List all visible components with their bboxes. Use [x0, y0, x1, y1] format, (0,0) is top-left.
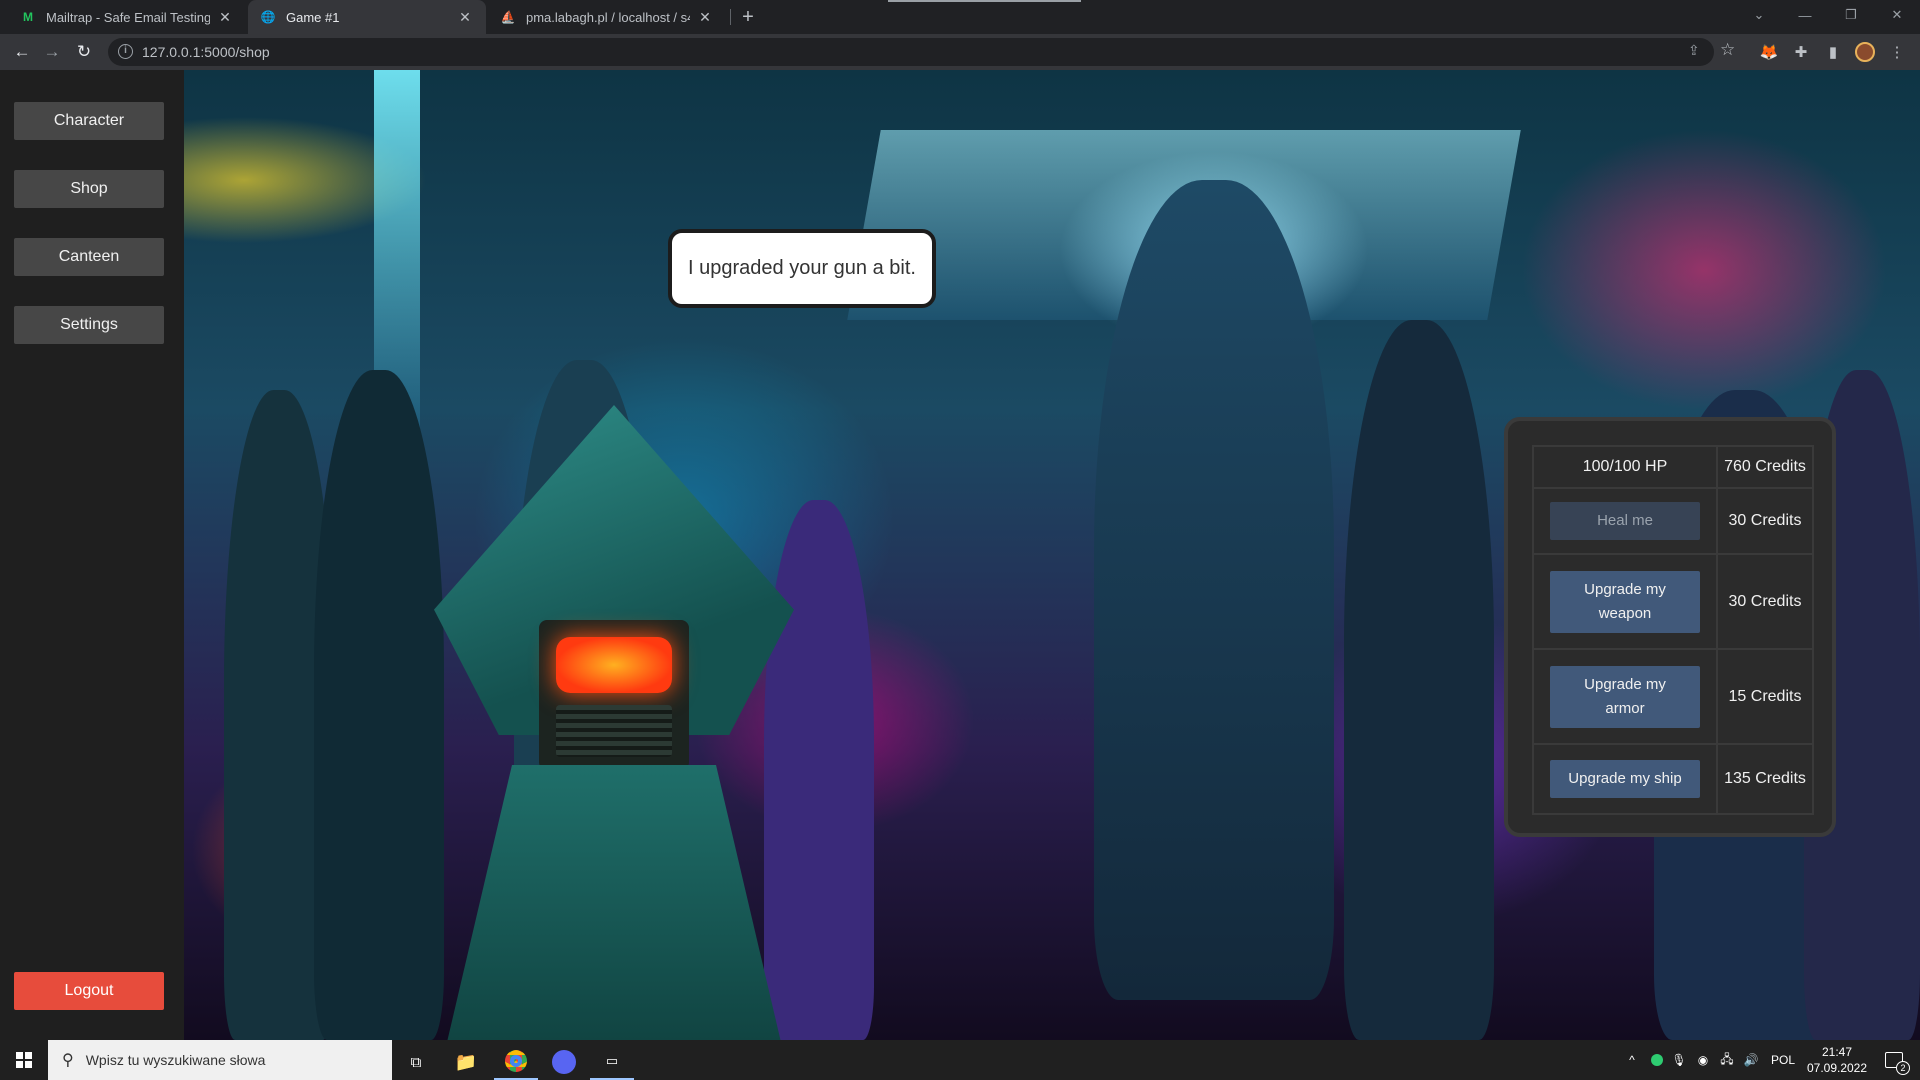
tray-status-icon[interactable] [1646, 1040, 1668, 1080]
browser-tab-strip: M Mailtrap - Safe Email Testing ✕ 🌐 Game… [0, 0, 1920, 34]
windows-start-button[interactable] [0, 1040, 48, 1080]
clock-date: 07.09.2022 [1806, 1061, 1868, 1075]
shop-item-row: Upgrade my ship 135 Credits [1532, 743, 1814, 815]
sidebar: Character Shop Canteen Settings Logout [0, 70, 184, 1040]
globe-icon: 🌐 [260, 10, 276, 24]
close-tab-icon[interactable]: ✕ [216, 9, 234, 26]
armor-price: 15 Credits [1716, 648, 1814, 745]
sidebar-item-shop[interactable]: Shop [14, 170, 164, 208]
background-figure [1344, 320, 1494, 1040]
side-panel-icon[interactable]: ▮ [1822, 41, 1844, 63]
share-icon[interactable]: ⇪ [1688, 42, 1700, 59]
minimize-button[interactable]: — [1782, 0, 1828, 30]
windows-taskbar: ⚲ Wpisz tu wyszukiwane słowa ⧉ 📁 ▭ ^ 🎙 ◉… [0, 1040, 1920, 1080]
clock[interactable]: 21:47 07.09.2022 [1800, 1040, 1874, 1080]
upgrade-ship-button[interactable]: Upgrade my ship [1550, 760, 1700, 798]
new-tab-button[interactable]: + [736, 5, 760, 29]
restore-button[interactable]: ❐ [1828, 0, 1874, 30]
heal-price: 30 Credits [1716, 487, 1814, 555]
url-text[interactable]: 127.0.0.1:5000/shop [142, 44, 270, 60]
browser-toolbar: ← → ↻ i 127.0.0.1:5000/shop ⇪ ☆ 🦊 ✚ ▮ ⋮ [0, 34, 1920, 70]
mailtrap-icon: M [23, 10, 33, 24]
network-icon[interactable]: 🖧 [1716, 1040, 1738, 1080]
shop-item-row: Upgrade my weapon 30 Credits [1532, 553, 1814, 650]
ship-price: 135 Credits [1716, 743, 1814, 815]
shop-item-row: Upgrade my armor 15 Credits [1532, 648, 1814, 745]
hooded-robot-npc [424, 405, 804, 1040]
taskbar-search-placeholder: Wpisz tu wyszukiwane słowa [85, 1052, 266, 1068]
show-hidden-icons-chevron-icon[interactable]: ^ [1620, 1040, 1644, 1080]
notification-center-icon[interactable]: 2 [1876, 1040, 1912, 1080]
shop-item-cell: Heal me [1532, 487, 1718, 555]
task-view-icon[interactable]: ⧉ [394, 1044, 438, 1080]
chrome-icon[interactable] [494, 1044, 538, 1080]
robot-coat [444, 765, 784, 1040]
steam-icon[interactable]: ◉ [1692, 1040, 1714, 1080]
microphone-icon[interactable]: 🎙 [1668, 1040, 1690, 1080]
sidebar-item-canteen[interactable]: Canteen [14, 238, 164, 276]
tab-game[interactable]: 🌐 Game #1 ✕ [248, 0, 486, 34]
logout-button[interactable]: Logout [14, 972, 164, 1010]
shop-item-cell: Upgrade my ship [1532, 743, 1718, 815]
terminal-icon[interactable]: ▭ [590, 1044, 634, 1080]
back-icon[interactable]: ← [8, 38, 36, 66]
reload-icon[interactable]: ↻ [70, 38, 98, 66]
npc-speech-bubble: I upgraded your gun a bit. [668, 229, 936, 308]
tab-mailtrap[interactable]: M Mailtrap - Safe Email Testing ✕ [8, 0, 246, 34]
shop-scene-background: I upgraded your gun a bit. 100/100 HP 76… [184, 70, 1920, 1040]
tab-separator [730, 9, 731, 25]
address-bar[interactable]: i 127.0.0.1:5000/shop ⇪ ☆ [108, 38, 1735, 66]
upgrade-weapon-button[interactable]: Upgrade my weapon [1550, 570, 1700, 633]
sidebar-item-character[interactable]: Character [14, 102, 164, 140]
site-info-icon[interactable]: i [118, 44, 133, 59]
background-figure [1094, 180, 1334, 1000]
weapon-price: 30 Credits [1716, 553, 1814, 650]
upgrade-armor-button[interactable]: Upgrade my armor [1550, 665, 1700, 728]
robot-grille [556, 705, 672, 757]
discord-icon[interactable] [542, 1044, 586, 1080]
shop-status-row: 100/100 HP 760 Credits [1532, 445, 1814, 489]
robot-visor [556, 637, 672, 693]
file-explorer-icon[interactable]: 📁 [444, 1044, 488, 1080]
forward-icon[interactable]: → [38, 38, 66, 66]
language-indicator[interactable]: POL [1766, 1040, 1800, 1080]
phpmyadmin-icon: ⛵ [500, 10, 516, 24]
shop-item-row: Heal me 30 Credits [1532, 487, 1814, 555]
heal-me-button[interactable]: Heal me [1550, 502, 1700, 540]
notification-count-badge: 2 [1896, 1061, 1910, 1075]
close-tab-icon[interactable]: ✕ [456, 9, 474, 26]
metamask-extension-icon[interactable]: 🦊 [1758, 41, 1780, 63]
loading-indicator [888, 0, 1081, 2]
close-tab-icon[interactable]: ✕ [696, 9, 714, 26]
hp-value: 100/100 HP [1532, 445, 1718, 489]
tab-phpmyadmin[interactable]: ⛵ pma.labagh.pl / localhost / s405 ✕ [488, 0, 726, 34]
credits-value: 760 Credits [1716, 445, 1814, 489]
browser-menu-icon[interactable]: ⋮ [1886, 41, 1908, 63]
shop-item-cell: Upgrade my weapon [1532, 553, 1718, 650]
shop-panel: 100/100 HP 760 Credits Heal me 30 Credit… [1504, 417, 1836, 837]
tab-search-icon[interactable]: ⌄ [1736, 0, 1782, 30]
npc-speech-text: I upgraded your gun a bit. [688, 257, 916, 279]
windows-logo-icon [16, 1052, 32, 1068]
profile-avatar[interactable] [1854, 41, 1876, 63]
close-window-button[interactable]: ✕ [1874, 0, 1920, 30]
search-icon: ⚲ [62, 1052, 74, 1069]
sidebar-item-settings[interactable]: Settings [14, 306, 164, 344]
shop-item-cell: Upgrade my armor [1532, 648, 1718, 745]
taskbar-search-box[interactable]: ⚲ Wpisz tu wyszukiwane słowa [48, 1040, 392, 1080]
bookmark-star-icon[interactable]: ☆ [1720, 40, 1735, 60]
clock-time: 21:47 [1821, 1045, 1853, 1059]
volume-icon[interactable]: 🔊 [1740, 1040, 1762, 1080]
extensions-puzzle-icon[interactable]: ✚ [1790, 41, 1812, 63]
shop-table: 100/100 HP 760 Credits Heal me 30 Credit… [1532, 445, 1814, 815]
